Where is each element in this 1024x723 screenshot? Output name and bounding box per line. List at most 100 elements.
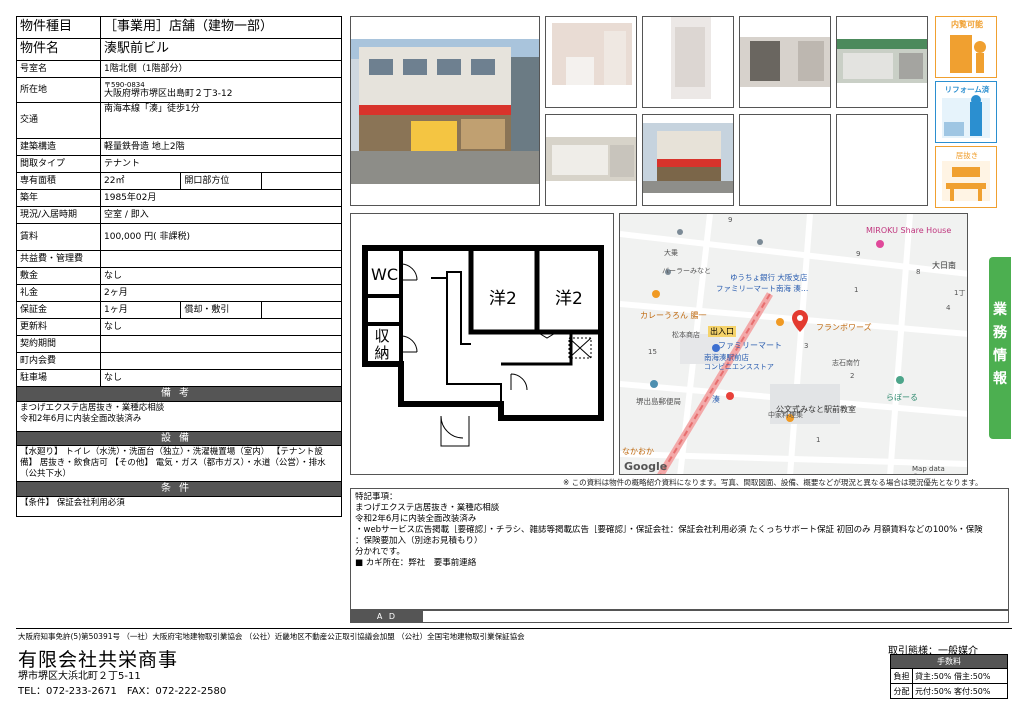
- exterior-photo-3[interactable]: [642, 114, 734, 206]
- renewal-fee: なし: [100, 318, 342, 336]
- deposit-deduction: [260, 301, 343, 319]
- viewing-available-icon: 内覧可能: [935, 16, 997, 78]
- area: 22㎡: [99, 172, 182, 190]
- map-data-credit: Map data ©2022: [912, 465, 945, 474]
- exterior-photo-image: [837, 17, 927, 107]
- rent: 100,000 円( 非課税): [100, 223, 342, 251]
- property-table: 物件種目 ［事業用］店舗（建物一部） 物件名 湊駅前ビル 号室名 1階北側（1階…: [16, 16, 343, 517]
- company-address: 堺市堺区大浜北町２丁5-11: [18, 671, 141, 682]
- fee-key: 分配: [890, 683, 913, 699]
- exterior-photo-image: [546, 115, 636, 205]
- map-block-number: 1: [816, 436, 821, 444]
- map-label-share-house: MIROKU Share House: [866, 226, 952, 235]
- field-label: 間取タイプ: [16, 155, 101, 173]
- fee-header: 手数料: [890, 654, 1008, 669]
- field-label: 賃料: [16, 223, 101, 251]
- address-text: 大阪府堺市堺区出島町２丁3-12: [104, 88, 233, 99]
- map-block-number: 4: [946, 304, 951, 312]
- map-label-station: 湊: [712, 395, 720, 404]
- ad-label: A D: [351, 611, 423, 622]
- viewing-available-label: 内覧可能: [951, 20, 983, 29]
- map-label-post: 堺出島郵便局: [636, 397, 681, 406]
- location-map[interactable]: MIROKU Share House 大日南 大乗 ゆうちょ銀行 大阪支店 ファ…: [619, 213, 968, 475]
- field-label: 駐車場: [16, 369, 101, 387]
- field-label: 更新料: [16, 318, 101, 336]
- special-remarks: 特記事項： まつげエクステ店居抜き・業種応相談 令和2年6月に内装全面改装済み …: [350, 488, 1009, 610]
- room-name: 1階北側（1階部分）: [100, 60, 342, 78]
- map-label-daikoji: 大乗: [664, 249, 678, 257]
- photo-slot-empty-2: [836, 114, 928, 206]
- fee-table: 手数料 負担 貸主:50% 借主:50% 分配 元付:50% 客付:50%: [890, 654, 1008, 699]
- photo-slot-empty-1: [739, 114, 831, 206]
- ad-bar: A D: [350, 610, 1009, 623]
- postal-code: 〒590-0834: [104, 80, 145, 89]
- contract-period: [100, 335, 342, 353]
- field-label: 敷金: [16, 267, 101, 285]
- map-label-francbois: フランボワーズ: [816, 323, 872, 332]
- access: 南海本線「湊」徒歩1分: [100, 102, 342, 139]
- remarks-line: ■ カギ所在：弊社 要事前連絡: [355, 558, 477, 569]
- map-label-onaijimi: 大日南: [932, 261, 956, 270]
- exterior-photo-image: [643, 115, 733, 205]
- key-money: 2ヶ月: [100, 284, 342, 302]
- neighborhood-fee: [100, 352, 342, 370]
- interior-photo-3[interactable]: [739, 16, 831, 108]
- remarks-line: ・webサービス広告掲載［要確認］・チラシ、雑誌等掲載広告［要確認］・保証会社：…: [355, 525, 983, 536]
- conditions-header: 条件: [16, 481, 342, 497]
- reformed-icon: リフォーム済: [935, 81, 997, 143]
- tab-char: 情: [993, 348, 1007, 364]
- built-year: 1985年02月: [100, 189, 342, 207]
- field-label: 保証金: [16, 301, 101, 319]
- field-label: 現況/入居時期: [16, 206, 101, 224]
- field-label: 物件名: [16, 38, 101, 61]
- remarks-header: 備考: [16, 386, 342, 402]
- interior-photo-image: [740, 17, 830, 107]
- map-label-bakery: バーラーみなと: [662, 267, 711, 275]
- field-label: 所在地: [16, 77, 101, 103]
- map-label-curry: カレーうろん 腸一: [640, 311, 707, 320]
- exterior-photo-1[interactable]: [836, 16, 928, 108]
- remarks-body: まつげエクステ店居抜き・業種応相談 令和2年6月に内装全面改装済み: [16, 400, 342, 432]
- field-label: 号室名: [16, 60, 101, 78]
- status: 空室 / 即入: [100, 206, 342, 224]
- storage-label: 収納: [374, 327, 390, 362]
- interior-photo-image: [643, 17, 733, 107]
- map-label-nakaoka: なかおか: [622, 447, 654, 456]
- map-block-number: 3: [804, 342, 809, 350]
- field-label: 専有面積: [16, 172, 101, 190]
- fee-value: 元付:50% 客付:50%: [912, 683, 1008, 699]
- map-label-famima2-type: コンビニエンスストア: [704, 363, 774, 371]
- exterior-photo-2[interactable]: [545, 114, 637, 206]
- field-label: 開口部方位: [180, 172, 262, 190]
- wc-label: WC: [371, 265, 398, 284]
- field-label: 町内会費: [16, 352, 101, 370]
- map-label-famima2: ファミリーマート: [718, 341, 782, 350]
- map-block-number: 9: [856, 250, 861, 258]
- field-label: 物件種目: [16, 16, 101, 39]
- building-photo-main[interactable]: [350, 16, 540, 206]
- disclaimer-note: ※ この資料は物件の概略紹介資料になります。写真、間取図面、設備、概要などが現況…: [563, 478, 983, 487]
- field-label: 償却・敷引: [180, 301, 262, 319]
- field-label: 契約期間: [16, 335, 101, 353]
- map-block-number: 15: [648, 348, 657, 356]
- map-block-number: 8: [916, 268, 921, 276]
- business-info-tab[interactable]: 業 務 情 報: [989, 257, 1011, 439]
- field-label: 交通: [16, 102, 101, 139]
- deposit: なし: [100, 267, 342, 285]
- room-b-label: 洋2: [555, 289, 583, 309]
- security-deposit: 1ヶ月: [99, 301, 182, 319]
- map-label-park: 公文式みなと駅前教室: [776, 405, 856, 414]
- map-label-matsumoto: 松本商店: [672, 331, 700, 339]
- interior-photo-2[interactable]: [642, 16, 734, 108]
- remarks-line: 令和2年6月に内装全面改装済み: [355, 514, 477, 525]
- interior-photo-1[interactable]: [545, 16, 637, 108]
- opening-direction: [260, 172, 343, 190]
- tab-char: 業: [993, 302, 1007, 318]
- company-phone-fax: TEL：072-233-2671 FAX：072-222-2580: [18, 686, 227, 697]
- furnished-tenant-icon: 居抜き: [935, 146, 997, 208]
- address: 〒590-0834 大阪府堺市堺区出島町２丁3-12: [100, 77, 342, 103]
- remarks-line: 特記事項：: [355, 492, 398, 502]
- map-block-number: 1: [854, 286, 859, 294]
- equipment-body: 【水廻り】 トイレ（水洗）・洗面台（独立）・洗濯機置場（室内） 【テナント設備】…: [16, 444, 342, 483]
- reformed-label: リフォーム済: [944, 85, 990, 94]
